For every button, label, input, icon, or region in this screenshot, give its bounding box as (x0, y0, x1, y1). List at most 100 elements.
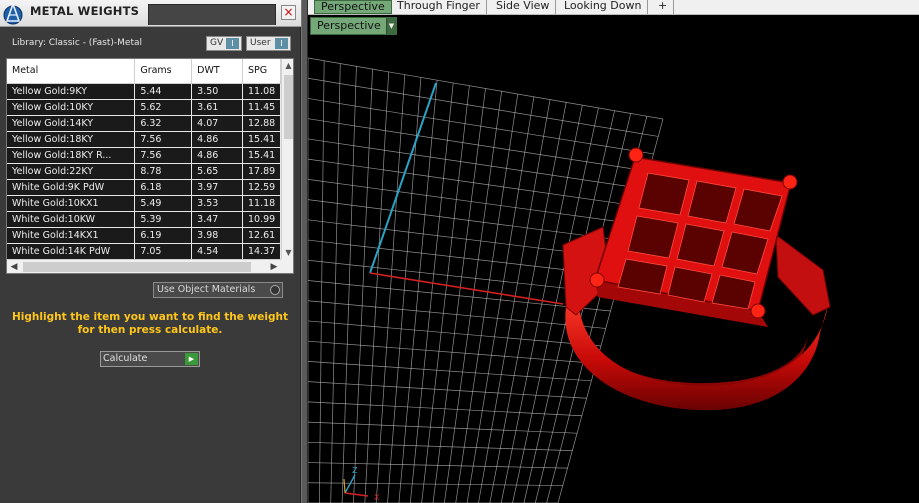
table-row[interactable]: White Gold:10KX1 5.49 3.53 11.18 (7, 195, 281, 212)
z-axis-label: Z (352, 466, 358, 475)
column-header-spg[interactable]: SPG (242, 59, 281, 84)
column-header-grams[interactable]: Grams (134, 59, 193, 84)
panel-header-tab (148, 4, 276, 25)
user-toggle-label: User (250, 38, 271, 48)
table-row[interactable]: Yellow Gold:18KY 7.56 4.86 15.41 (7, 131, 281, 148)
x-axis-label: X (374, 493, 380, 502)
table-cell: 7.05 (134, 243, 193, 260)
view-mode-label: Perspective (317, 19, 381, 32)
gv-toggle-label: GV (210, 38, 224, 48)
table-cell: 6.18 (134, 179, 193, 196)
table-row[interactable]: White Gold:10KW 5.39 3.47 10.99 (7, 211, 281, 228)
view-mode-dropdown[interactable]: Perspective ▼ (310, 17, 397, 35)
table-cell: 14.37 (242, 243, 281, 260)
use-object-materials-toggle[interactable]: Use Object Materials (153, 282, 283, 298)
table-cell: Yellow Gold:14KY (7, 115, 136, 132)
calculate-button[interactable]: Calculate ▶ (100, 351, 200, 367)
panel-splitter[interactable] (301, 0, 308, 503)
scroll-left-icon[interactable]: ◀ (7, 260, 21, 273)
metal-table-grid: Metal Grams DWT SPG Yellow Gold:9KY 5.44 3… (7, 59, 281, 260)
table-cell: 12.61 (242, 227, 281, 244)
table-cell: 17.89 (242, 163, 281, 180)
table-cell: 4.86 (191, 147, 243, 164)
table-row[interactable]: White Gold:14KX1 6.19 3.98 12.61 (7, 227, 281, 244)
calculate-label: Calculate (103, 353, 148, 364)
gv-toggle-switch[interactable]: I (226, 38, 239, 49)
instruction-text: Highlight the item you want to find the … (12, 311, 288, 336)
app-logo-icon (3, 1, 23, 25)
table-row[interactable]: White Gold:14K PdW 7.05 4.54 14.37 (7, 243, 281, 260)
tab-looking-down[interactable]: Looking Down (558, 0, 649, 14)
table-cell: 12.59 (242, 179, 281, 196)
table-cell: Yellow Gold:18KY (7, 131, 136, 148)
table-cell: White Gold:10KW (7, 211, 136, 228)
table-cell: 10.99 (242, 211, 281, 228)
axis-indicator: Z X (343, 466, 380, 502)
chevron-down-icon[interactable]: ▼ (386, 18, 396, 34)
table-cell: 3.98 (191, 227, 243, 244)
table-cell: White Gold:14K PdW (7, 243, 136, 260)
table-row[interactable]: Yellow Gold:22KY 8.78 5.65 17.89 (7, 163, 281, 180)
table-row[interactable]: White Gold:9K PdW 6.18 3.97 12.59 (7, 179, 281, 196)
table-cell: 11.45 (242, 99, 281, 116)
table-cell: 4.86 (191, 131, 243, 148)
table-row[interactable]: Yellow Gold:18KY R... 7.56 4.86 15.41 (7, 147, 281, 164)
table-row[interactable]: Yellow Gold:9KY 5.44 3.50 11.08 (7, 83, 281, 100)
table-row[interactable]: Yellow Gold:14KY 6.32 4.07 12.88 (7, 115, 281, 132)
ring-model[interactable] (562, 147, 831, 411)
table-cell: 5.49 (134, 195, 193, 212)
gv-toggle[interactable]: GV I (206, 36, 242, 51)
library-label: Library: Classic - (Fast)-Metal (12, 38, 143, 48)
play-arrow-icon[interactable]: ▶ (185, 353, 198, 365)
table-cell: 5.39 (134, 211, 193, 228)
table-cell: 5.65 (191, 163, 243, 180)
table-cell: 8.78 (134, 163, 193, 180)
table-cell: 12.88 (242, 115, 281, 132)
table-cell: 4.07 (191, 115, 243, 132)
use-object-materials-radio[interactable] (270, 285, 280, 295)
user-toggle[interactable]: User I (246, 36, 291, 51)
panel-title: METAL WEIGHTS (30, 4, 140, 18)
use-object-materials-label: Use Object Materials (157, 284, 256, 295)
table-cell: 6.32 (134, 115, 193, 132)
scroll-right-icon[interactable]: ▶ (267, 260, 281, 273)
scene-canvas[interactable]: Z X (308, 15, 919, 503)
table-header-row: Metal Grams DWT SPG (7, 59, 281, 84)
user-toggle-switch[interactable]: I (275, 38, 288, 49)
app-window: METAL WEIGHTS × Library: Classic - (Fast… (0, 0, 919, 503)
table-cell: 7.56 (134, 131, 193, 148)
horizontal-scrollbar[interactable]: ◀ ▶ (7, 259, 281, 273)
tab-perspective[interactable]: Perspective (314, 0, 392, 14)
table-cell: 3.47 (191, 211, 243, 228)
table-cell: Yellow Gold:18KY R... (7, 147, 136, 164)
column-header-metal[interactable]: Metal (7, 59, 136, 84)
table-cell: White Gold:9K PdW (7, 179, 136, 196)
table-cell: 15.41 (242, 147, 281, 164)
table-cell: 3.61 (191, 99, 243, 116)
table-cell: White Gold:10KX1 (7, 195, 136, 212)
scroll-up-icon[interactable]: ▲ (282, 59, 293, 72)
table-cell: 3.97 (191, 179, 243, 196)
table-cell: 5.44 (134, 83, 193, 100)
y-axis-line (369, 82, 437, 274)
metal-table-body: Yellow Gold:9KY 5.44 3.50 11.08 Yellow Gold:… (7, 83, 281, 260)
scroll-down-icon[interactable]: ▼ (282, 246, 293, 259)
3d-viewport[interactable]: Z X Perspective ▼ (308, 15, 919, 503)
horizontal-scroll-thumb[interactable] (23, 262, 251, 272)
metal-table: Metal Grams DWT SPG Yellow Gold:9KY 5.44 3… (6, 58, 294, 274)
table-cell: 4.54 (191, 243, 243, 260)
table-cell: 6.19 (134, 227, 193, 244)
vertical-scroll-thumb[interactable] (284, 75, 293, 139)
table-row[interactable]: Yellow Gold:10KY 5.62 3.61 11.45 (7, 99, 281, 116)
column-header-dwt[interactable]: DWT (191, 59, 243, 84)
tab-side-view[interactable]: Side View (490, 0, 557, 14)
metal-weights-panel: METAL WEIGHTS × Library: Classic - (Fast… (0, 0, 301, 503)
tab-through-finger[interactable]: Through Finger (391, 0, 487, 14)
add-tab-button[interactable]: + (652, 0, 675, 14)
table-cell: Yellow Gold:22KY (7, 163, 136, 180)
vertical-scrollbar[interactable]: ▲ ▼ (281, 59, 293, 259)
table-cell: White Gold:14KX1 (7, 227, 136, 244)
close-button[interactable]: × (281, 5, 296, 20)
scroll-corner (281, 259, 293, 273)
table-cell: Yellow Gold:9KY (7, 83, 136, 100)
